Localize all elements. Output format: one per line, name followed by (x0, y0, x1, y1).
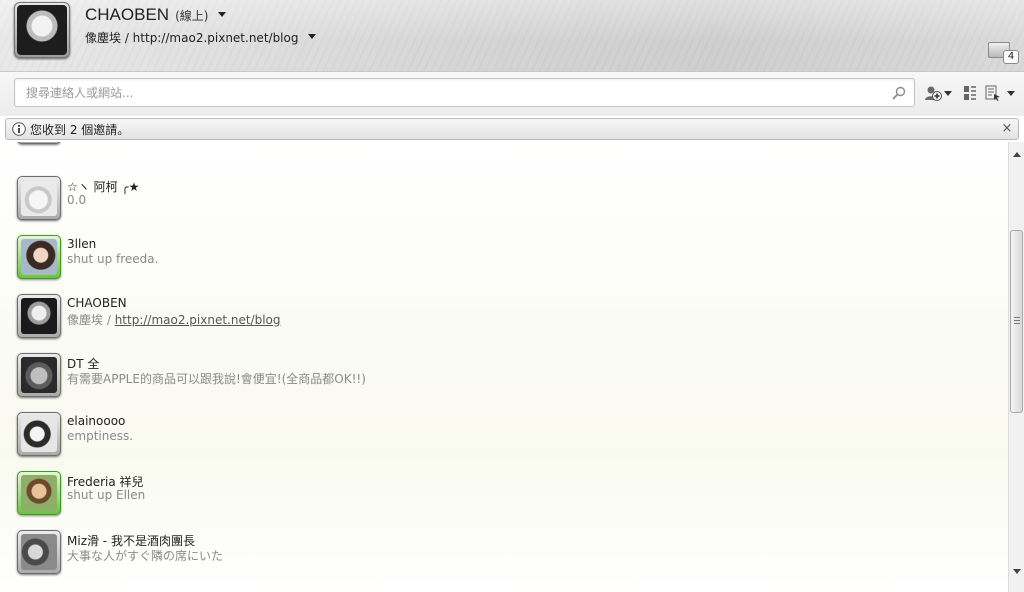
contact-name: CHAOBEN (67, 296, 127, 310)
profile-avatar-image (17, 5, 67, 55)
contact-avatar (17, 294, 61, 338)
message-dropdown-chevron-icon[interactable] (308, 34, 317, 39)
contact-list-item[interactable]: elainoooo emptiness. (0, 412, 1008, 471)
search-toolbar (0, 72, 1024, 116)
contact-avatar-image (21, 416, 57, 452)
contact-name: 3llen (67, 237, 97, 251)
contact-status-message: 大事な人がすぐ隣の席にいた (67, 549, 224, 563)
contact-status-message: emptiness. (67, 429, 134, 443)
contact-list-scrollbar[interactable] (1008, 142, 1024, 592)
contact-status-message: 像塵埃 / http://mao2.pixnet.net/blog (67, 311, 281, 328)
invitation-notice-bar[interactable]: 您收到 2 個邀請。 × (5, 118, 1019, 140)
add-contact-icon (925, 86, 942, 101)
contact-name: elainoooo (67, 414, 126, 428)
contact-avatar (17, 353, 61, 397)
contact-avatar (17, 412, 61, 456)
add-contact-button[interactable] (924, 84, 952, 102)
contact-status-message: 0.0 (67, 193, 87, 207)
add-contact-chevron-icon (944, 90, 952, 96)
scroll-up-arrow-icon[interactable] (1013, 152, 1021, 157)
contact-list-item-partial[interactable] (0, 142, 1008, 159)
info-icon (12, 122, 26, 136)
profile-name-row[interactable]: CHAOBEN (線上) (85, 5, 227, 27)
contact-avatar-image (21, 180, 57, 216)
view-options-button[interactable] (985, 84, 1015, 102)
inbox-count-badge: 4 (1003, 50, 1019, 64)
view-options-chevron-icon (1007, 90, 1015, 96)
profile-name: CHAOBEN (85, 5, 170, 24)
contact-avatar-online (17, 235, 61, 279)
contact-status-prefix: 像塵埃 / (67, 313, 115, 327)
close-icon[interactable]: × (1000, 121, 1014, 137)
contact-list-item[interactable]: ☆ヽ 阿柯 ╭★ 0.0 (0, 176, 1008, 235)
profile-avatar[interactable] (14, 2, 70, 58)
status-dropdown-chevron-icon[interactable] (218, 12, 227, 17)
contact-avatar-image (21, 475, 57, 511)
contact-avatar-image (21, 534, 57, 570)
profile-message-row[interactable]: 像塵埃 / http://mao2.pixnet.net/blog (85, 29, 317, 46)
profile-header: CHAOBEN (線上) 像塵埃 / http://mao2.pixnet.ne… (0, 0, 1024, 72)
contact-status-link[interactable]: http://mao2.pixnet.net/blog (115, 313, 281, 327)
contact-avatar-image (21, 357, 57, 393)
contact-status-message: shut up freeda. (67, 252, 159, 266)
scrollbar-grip-icon (1014, 317, 1020, 325)
contact-avatar (17, 142, 61, 144)
contact-avatar-image (21, 298, 57, 334)
search-icon[interactable] (892, 86, 906, 100)
scrollbar-thumb[interactable] (1010, 230, 1023, 413)
contact-avatar (17, 530, 61, 574)
contact-avatar (17, 176, 61, 220)
contact-list[interactable]: ☆ヽ 阿柯 ╭★ 0.0 3llen shut up freeda. CHAOB… (0, 142, 1008, 592)
contact-avatar-online (17, 471, 61, 515)
inbox-tray-button[interactable]: 4 (988, 36, 1020, 66)
contact-avatar-image (21, 239, 57, 275)
profile-status: (線上) (175, 9, 209, 23)
contact-list-item[interactable]: Frederia 祥兒 shut up Ellen (0, 471, 1008, 530)
list-layout-icon (964, 86, 976, 100)
search-input[interactable] (26, 84, 886, 102)
scroll-down-arrow-icon[interactable] (1013, 569, 1021, 574)
contact-list-item[interactable]: 3llen shut up freeda. (0, 235, 1008, 294)
search-box[interactable] (14, 78, 915, 107)
profile-message: 像塵埃 / http://mao2.pixnet.net/blog (85, 31, 299, 45)
contact-list-item[interactable]: Miz滑 - 我不是酒肉團長 大事な人がすぐ隣の席にいた (0, 530, 1008, 589)
invitation-notice-text: 您收到 2 個邀請。 (30, 122, 130, 137)
contact-list-item[interactable]: DT 全 有需要APPLE的商品可以跟我說!會便宜!(全商品都OK!!) (0, 353, 1008, 412)
contact-status-message: shut up Ellen (67, 488, 146, 502)
contact-list-item[interactable]: CHAOBEN 像塵埃 / http://mao2.pixnet.net/blo… (0, 294, 1008, 353)
view-options-icon (985, 85, 1000, 101)
contact-status-message: 有需要APPLE的商品可以跟我說!會便宜!(全商品都OK!!) (67, 372, 366, 386)
layout-view-button[interactable] (963, 84, 977, 102)
